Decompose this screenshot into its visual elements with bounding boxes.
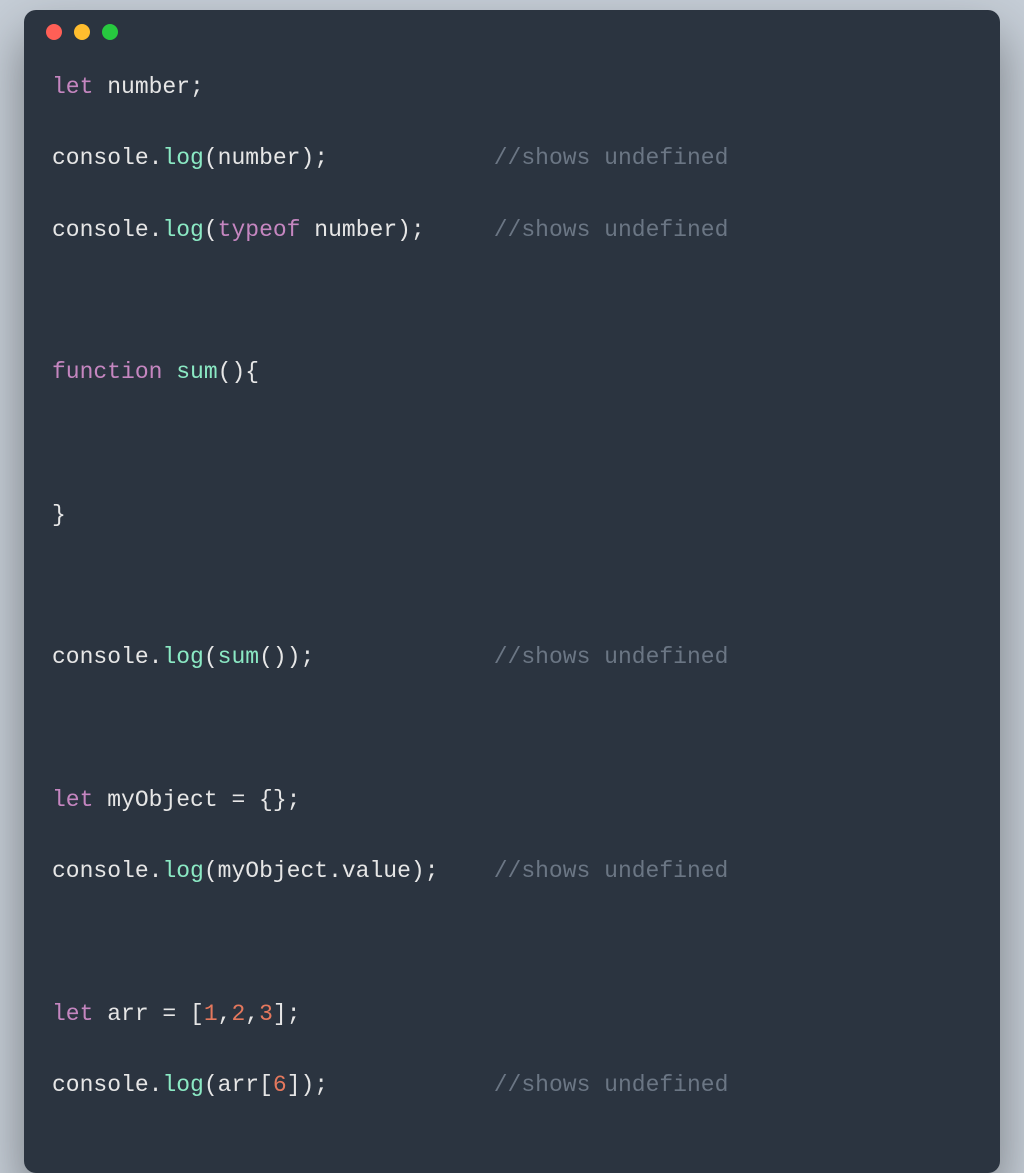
code-token: let — [52, 787, 107, 813]
zoom-icon[interactable] — [102, 24, 118, 40]
padding — [439, 858, 494, 884]
code-token: console — [52, 1072, 149, 1098]
code-line: let number; — [52, 70, 972, 106]
code-comment: //shows undefined — [494, 644, 729, 670]
code-line: console.log(number); //shows undefined — [52, 141, 972, 177]
code-line: console.log(typeof number); //shows unde… — [52, 213, 972, 249]
code-token — [52, 430, 66, 456]
code-token: number; — [107, 74, 204, 100]
code-token: . — [149, 1072, 163, 1098]
code-comment: //shows undefined — [494, 858, 729, 884]
code-line — [52, 925, 972, 961]
close-icon[interactable] — [46, 24, 62, 40]
code-token: 1 — [204, 1001, 218, 1027]
code-token: myObject = {}; — [107, 787, 300, 813]
code-line — [52, 426, 972, 462]
padding — [314, 644, 493, 670]
code-token: log — [162, 145, 203, 171]
code-token: log — [162, 858, 203, 884]
code-token — [52, 573, 66, 599]
code-window: let number; console.log(number); //shows… — [24, 10, 1000, 1173]
code-token: console — [52, 217, 149, 243]
padding — [425, 217, 494, 243]
code-comment: //shows undefined — [494, 145, 729, 171]
code-token: (number); — [204, 145, 328, 171]
code-token: log — [162, 1072, 203, 1098]
code-line: let myObject = {}; — [52, 783, 972, 819]
code-line: let arr = [1,2,3]; — [52, 997, 972, 1033]
code-token: sum — [176, 359, 217, 385]
code-token: , — [218, 1001, 232, 1027]
code-token: sum — [218, 644, 259, 670]
padding — [328, 145, 494, 171]
code-token: function — [52, 359, 176, 385]
minimize-icon[interactable] — [74, 24, 90, 40]
code-token: arr = [ — [107, 1001, 204, 1027]
code-line — [52, 569, 972, 605]
code-token: console — [52, 145, 149, 171]
code-token: log — [162, 217, 203, 243]
padding — [328, 1072, 494, 1098]
code-token: } — [52, 502, 66, 528]
code-line: console.log(arr[6]); //shows undefined — [52, 1068, 972, 1104]
code-token: . — [149, 644, 163, 670]
code-token: ( — [204, 644, 218, 670]
code-token: (myObject.value); — [204, 858, 439, 884]
code-comment: //shows undefined — [494, 1072, 729, 1098]
code-token: number); — [301, 217, 425, 243]
code-token: 6 — [273, 1072, 287, 1098]
code-line: console.log(myObject.value); //shows und… — [52, 854, 972, 890]
code-token: ]); — [287, 1072, 328, 1098]
code-token: . — [149, 217, 163, 243]
code-token — [52, 288, 66, 314]
code-token: 2 — [231, 1001, 245, 1027]
code-token: ( — [204, 217, 218, 243]
code-line: console.log(sum()); //shows undefined — [52, 640, 972, 676]
code-token: typeof — [218, 217, 301, 243]
code-comment: //shows undefined — [494, 217, 729, 243]
code-token: ]; — [273, 1001, 301, 1027]
window-titlebar — [24, 10, 1000, 54]
code-token: , — [245, 1001, 259, 1027]
code-token: . — [149, 858, 163, 884]
code-token: console — [52, 644, 149, 670]
code-token: (arr[ — [204, 1072, 273, 1098]
code-line — [52, 284, 972, 320]
code-token: 3 — [259, 1001, 273, 1027]
code-token: . — [149, 145, 163, 171]
code-token: log — [162, 644, 203, 670]
code-token: console — [52, 858, 149, 884]
code-content: let number; console.log(number); //shows… — [24, 54, 1000, 1173]
code-token: (){ — [218, 359, 259, 385]
code-token: let — [52, 74, 107, 100]
code-token — [52, 929, 66, 955]
code-line: } — [52, 498, 972, 534]
code-line: function sum(){ — [52, 355, 972, 391]
code-token: ()); — [259, 644, 314, 670]
code-token: let — [52, 1001, 107, 1027]
code-token — [52, 716, 66, 742]
code-line — [52, 712, 972, 748]
